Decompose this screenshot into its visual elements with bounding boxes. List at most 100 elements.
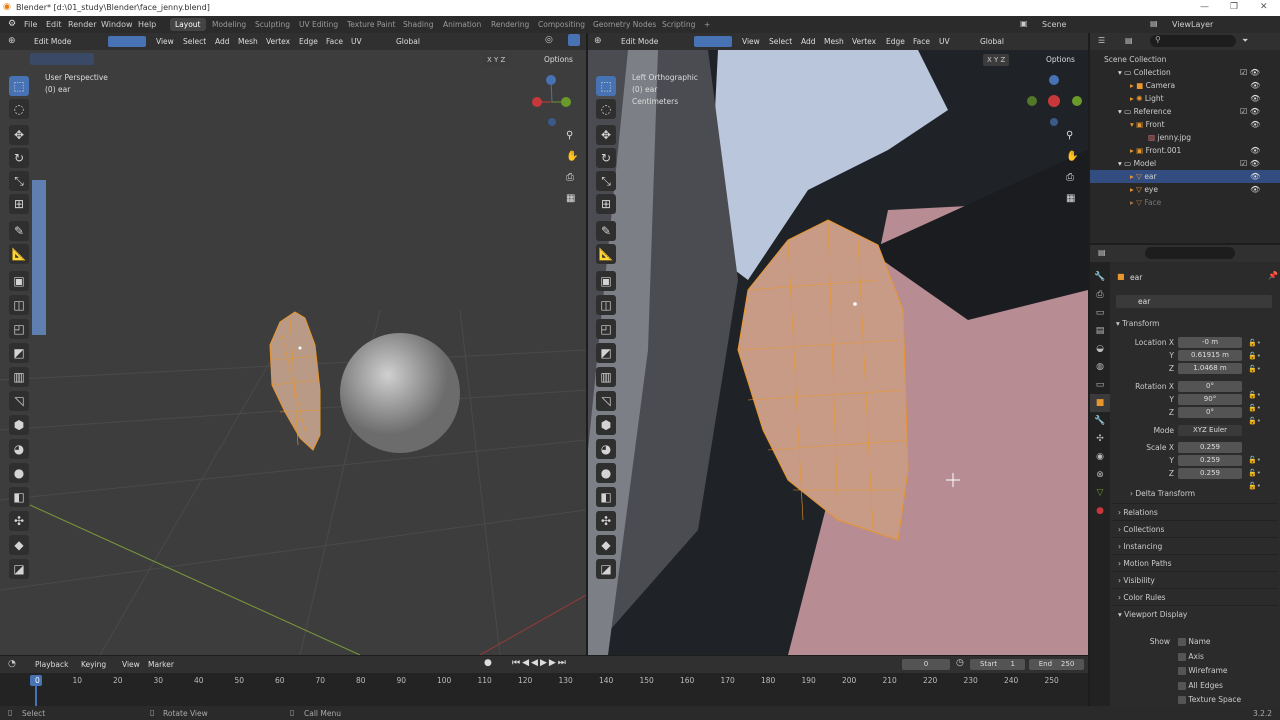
transform-orientation[interactable]: Global [396, 37, 420, 46]
menu-file[interactable]: File [24, 20, 37, 29]
lock-toggles[interactable]: 🔓• 🔓• 🔓• 🔓• 🔓• 🔓• 🔓• 🔓• 🔓• [1248, 337, 1268, 493]
options-button[interactable]: Options [1046, 55, 1075, 64]
delta-transform-header[interactable]: › Delta Transform [1130, 485, 1195, 502]
menu-help[interactable]: Help [138, 20, 156, 29]
editor-type-icon[interactable]: ⊕ [594, 36, 602, 46]
render-tab-icon[interactable]: ⎙ [1090, 286, 1110, 304]
menu-edit[interactable]: Edit [46, 20, 62, 29]
end-frame-field[interactable]: End 250 [1029, 659, 1084, 670]
scene-tab-icon[interactable]: ◒ [1090, 340, 1110, 358]
bevel-tool-icon[interactable]: ◩ [9, 343, 29, 363]
tab-compositing[interactable]: Compositing [533, 18, 590, 31]
start-frame-field[interactable]: Start 1 [970, 659, 1025, 670]
menu-add[interactable]: Add [215, 37, 230, 46]
shear-tool-icon[interactable]: ◆ [596, 535, 616, 555]
rotate-tool-icon[interactable]: ↻ [9, 148, 29, 168]
menu-uv[interactable]: UV [351, 37, 362, 46]
move-tool-icon[interactable]: ✥ [596, 125, 616, 145]
edge-slide-tool-icon[interactable]: ◧ [596, 487, 616, 507]
menu-face[interactable]: Face [326, 37, 343, 46]
output-tab-icon[interactable]: ▭ [1090, 304, 1110, 322]
close-icon[interactable]: ✕ [1260, 2, 1268, 12]
tab-animation[interactable]: Animation [438, 18, 486, 31]
menu-vertex[interactable]: Vertex [852, 37, 876, 46]
transform-tool-icon[interactable]: ⊞ [596, 194, 616, 214]
outliner-search-input[interactable] [1150, 35, 1236, 47]
tab-uv-editing[interactable]: UV Editing [294, 18, 343, 31]
location-y-field[interactable]: 0.61915 m [1178, 350, 1242, 361]
outliner-editor-icon[interactable]: ☰ [1098, 36, 1105, 45]
zoom-icon[interactable]: ⚲ [1066, 130, 1073, 141]
menu-view[interactable]: View [742, 37, 760, 46]
annotate-tool-icon[interactable]: ✎ [596, 221, 616, 241]
menu-window[interactable]: Window [101, 20, 133, 29]
display-mode-icon[interactable]: ▤ [1125, 36, 1133, 45]
menu-edge[interactable]: Edge [886, 37, 905, 46]
outliner-row-face[interactable]: ▸ ▽ Face [1090, 196, 1280, 209]
menu-uv[interactable]: UV [939, 37, 950, 46]
show-name-checkbox[interactable]: Name [1178, 635, 1274, 650]
menu-render[interactable]: Render [68, 20, 96, 29]
pan-hand-icon[interactable]: ✋ [566, 151, 578, 162]
menu-view[interactable]: View [156, 37, 174, 46]
perspective-toggle-icon[interactable]: ▦ [1066, 193, 1075, 204]
inset-tool-icon[interactable]: ◰ [9, 319, 29, 339]
section-color-rules[interactable]: › Color Rules [1112, 588, 1278, 605]
scale-z-field[interactable]: 0.259 [1178, 468, 1242, 479]
rip-tool-icon[interactable]: ◪ [596, 559, 616, 579]
xray-toggle-icon[interactable] [568, 34, 580, 46]
section-motion-paths[interactable]: › Motion Paths [1112, 554, 1278, 571]
tab-geometry-nodes[interactable]: Geometry Nodes [588, 18, 661, 31]
properties-search-input[interactable] [1145, 247, 1235, 259]
poly-build-tool-icon[interactable]: ⬢ [9, 415, 29, 435]
pin-icon[interactable]: 📌 [1268, 271, 1278, 280]
add-cube-tool-icon[interactable]: ▣ [596, 271, 616, 291]
section-collections[interactable]: › Collections [1112, 520, 1278, 537]
physics-tab-icon[interactable]: ◉ [1090, 448, 1110, 466]
constraints-tab-icon[interactable]: ⊗ [1090, 466, 1110, 484]
camera-view-icon[interactable]: ⎙ [566, 172, 574, 183]
rotation-y-field[interactable]: 90° [1178, 394, 1242, 405]
rotation-x-field[interactable]: 0° [1178, 381, 1242, 392]
data-tab-icon[interactable]: ▽ [1090, 484, 1110, 502]
select-box-tool-icon[interactable]: ⬚ [9, 76, 29, 96]
edge-slide-tool-icon[interactable]: ◧ [9, 487, 29, 507]
menu-mesh[interactable]: Mesh [238, 37, 258, 46]
filter-icon[interactable]: ⏷ [1242, 36, 1248, 46]
mode-selector[interactable]: Edit Mode [34, 37, 71, 46]
tab-scripting[interactable]: Scripting [657, 18, 700, 31]
knife-tool-icon[interactable]: ◹ [9, 391, 29, 411]
object-name-field[interactable]: ear [1116, 295, 1272, 308]
zoom-icon[interactable]: ⚲ [566, 130, 573, 141]
select-box-tool-icon[interactable]: ⬚ [596, 76, 616, 96]
extrude-tool-icon[interactable]: ◫ [596, 295, 616, 315]
annotate-tool-icon[interactable]: ✎ [9, 221, 29, 241]
tab-modeling[interactable]: Modeling [207, 18, 251, 31]
tab-texture-paint[interactable]: Texture Paint [342, 18, 400, 31]
spin-tool-icon[interactable]: ◕ [596, 439, 616, 459]
measure-tool-icon[interactable]: 📐 [9, 244, 29, 264]
current-frame-field[interactable]: 0 [902, 659, 950, 670]
section-viewport-display[interactable]: ▾ Viewport Display [1112, 605, 1278, 622]
timeline-editor-icon[interactable]: ◔ [8, 659, 16, 669]
smooth-tool-icon[interactable]: ● [9, 463, 29, 483]
location-x-field[interactable]: -0 m [1178, 337, 1242, 348]
pan-hand-icon[interactable]: ✋ [1066, 151, 1078, 162]
poly-build-tool-icon[interactable]: ⬢ [596, 415, 616, 435]
menu-view[interactable]: View [122, 660, 140, 669]
loop-cut-tool-icon[interactable]: ▥ [9, 367, 29, 387]
add-workspace-button[interactable]: + [699, 18, 715, 31]
menu-select[interactable]: Select [183, 37, 206, 46]
scale-y-field[interactable]: 0.259 [1178, 455, 1242, 466]
camera-view-icon[interactable]: ⎙ [1066, 172, 1074, 183]
knife-tool-icon[interactable]: ◹ [596, 391, 616, 411]
collection-tab-icon[interactable]: ▭ [1090, 376, 1110, 394]
cursor-tool-icon[interactable]: ◌ [9, 99, 29, 119]
mode-selector[interactable]: Edit Mode [621, 37, 658, 46]
axis-mirror-buttons[interactable]: X Y Z [983, 54, 1010, 66]
rotation-z-field[interactable]: 0° [1178, 407, 1242, 418]
eye-sphere[interactable] [340, 333, 460, 453]
show-all-edges-checkbox[interactable]: All Edges [1178, 679, 1274, 694]
ear-mesh[interactable] [269, 311, 321, 451]
menu-select[interactable]: Select [769, 37, 792, 46]
